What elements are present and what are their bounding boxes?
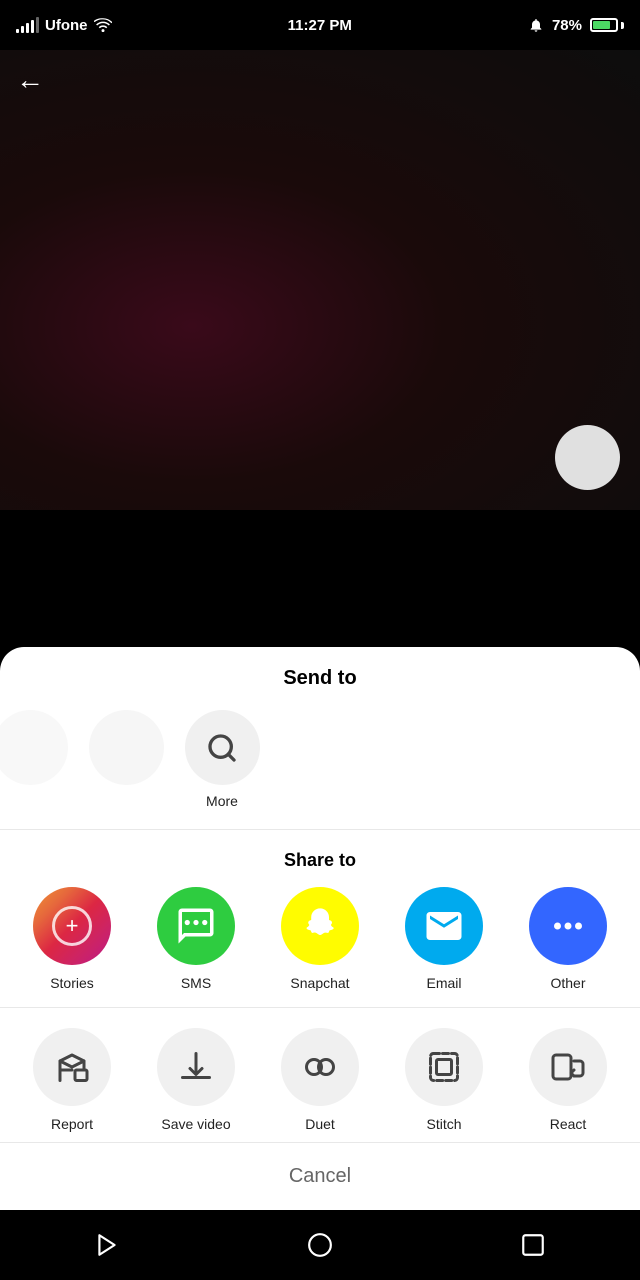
carrier-name: Ufone [45,17,88,34]
nav-recent-icon [520,1232,546,1258]
nav-home-button[interactable] [307,1232,333,1258]
sms-icon-bg [157,887,235,965]
status-bar: Ufone 11:27 PM 78% [0,0,640,50]
sms-label: SMS [181,975,211,991]
duet-label: Duet [305,1116,335,1132]
share-sms[interactable]: SMS [151,887,241,991]
nav-recent-button[interactable] [520,1232,546,1258]
more-label: More [206,793,238,809]
react-label: React [550,1116,587,1132]
save-video-icon [178,1049,214,1085]
share-email[interactable]: Email [399,887,489,991]
snapchat-label: Snapchat [290,975,349,991]
report-icon [54,1049,90,1085]
report-circle [33,1028,111,1106]
divider-2 [0,1007,640,1008]
stitch-circle [405,1028,483,1106]
bottom-sheet: Send to More Share to + [0,647,640,1210]
search-icon [206,732,238,764]
react-icon [550,1049,586,1085]
wifi-icon [94,18,112,32]
time-display: 11:27 PM [288,17,352,34]
more-item[interactable]: More [182,710,262,809]
nav-bar [0,1210,640,1280]
divider-1 [0,829,640,830]
cancel-button[interactable]: Cancel [0,1165,640,1188]
friend-item-1[interactable] [0,710,70,785]
send-to-title: Send to [0,667,640,690]
status-right: 78% [528,17,624,34]
other-icon [547,905,589,947]
stitch-label: Stitch [426,1116,461,1132]
other-label: Other [550,975,585,991]
share-stories[interactable]: + Stories [27,887,117,991]
stitch-icon [426,1049,462,1085]
share-to-title: Share to [0,850,640,871]
react-circle [529,1028,607,1106]
stories-label: Stories [50,975,94,991]
email-label: Email [426,975,461,991]
battery-icon [590,18,624,32]
email-icon [423,905,465,947]
nav-home-icon [307,1232,333,1258]
action-duet[interactable]: Duet [275,1028,365,1132]
status-left: Ufone [16,17,112,34]
save-video-label: Save video [161,1116,230,1132]
action-row: Report Save video Duet [0,1028,640,1132]
cancel-section: Cancel [0,1142,640,1210]
duet-circle [281,1028,359,1106]
action-stitch[interactable]: Stitch [399,1028,489,1132]
share-other[interactable]: Other [523,887,613,991]
snapchat-icon [298,904,342,948]
save-video-circle [157,1028,235,1106]
back-button[interactable]: ← [16,66,44,94]
friends-row: More [0,710,640,809]
profile-circle[interactable] [555,425,620,490]
duet-icon [302,1049,338,1085]
other-icon-bg [529,887,607,965]
signal-icon [16,17,39,33]
battery-percent: 78% [552,17,582,34]
alarm-icon [528,17,544,33]
snapchat-icon-bg [281,887,359,965]
nav-back-button[interactable] [94,1232,120,1258]
share-row: + Stories SMS S [0,887,640,991]
share-snapchat[interactable]: Snapchat [275,887,365,991]
action-save-video[interactable]: Save video [151,1028,241,1132]
nav-back-icon [94,1232,120,1258]
email-icon-bg [405,887,483,965]
stories-icon-bg: + [33,887,111,965]
search-circle [185,710,260,785]
report-label: Report [51,1116,93,1132]
sms-icon [175,905,217,947]
video-background: ← [0,50,640,510]
friend-item-2[interactable] [86,710,166,785]
action-report[interactable]: Report [27,1028,117,1132]
action-react[interactable]: React [523,1028,613,1132]
stories-icon: + [52,906,92,946]
